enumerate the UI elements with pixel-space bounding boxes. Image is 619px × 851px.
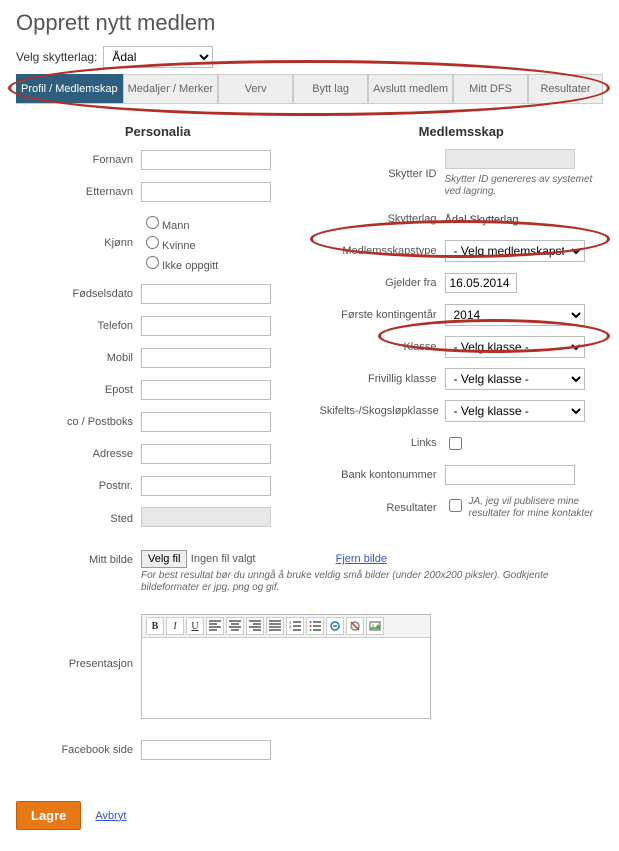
tab-avslutt-medlem[interactable]: Avslutt medlem <box>368 74 453 103</box>
fodselsdato-input[interactable] <box>141 284 271 304</box>
bank-input[interactable] <box>445 465 575 485</box>
tab-medaljer-merker[interactable]: Medaljer / Merker <box>123 74 219 103</box>
etternavn-input[interactable] <box>141 182 271 202</box>
skytter-id-readonly <box>445 149 575 169</box>
skifelts-label: Skifelts-/Skogsløpklasse <box>320 405 445 417</box>
kjonn-label: Kjønn <box>16 237 141 249</box>
telefon-input[interactable] <box>141 316 271 336</box>
rich-text-editor: B I U 12 <box>141 614 431 719</box>
unordered-list-icon[interactable] <box>306 617 324 635</box>
etternavn-label: Etternavn <box>16 186 141 198</box>
kjonn-mann-radio[interactable] <box>146 216 159 229</box>
tab-bytt-lag[interactable]: Bytt lag <box>293 74 368 103</box>
svg-text:2: 2 <box>289 624 291 629</box>
unlink-icon[interactable] <box>346 617 364 635</box>
tab-mitt-dfs[interactable]: Mitt DFS <box>453 74 528 103</box>
align-left-icon[interactable] <box>206 617 224 635</box>
epost-label: Epost <box>16 384 141 396</box>
medlemsskapstype-label: Medlemsskapstype <box>320 245 445 257</box>
fjern-bilde-link[interactable]: Fjern bilde <box>336 553 387 565</box>
sted-readonly <box>141 507 271 527</box>
epost-input[interactable] <box>141 380 271 400</box>
medlemsskapstype-select[interactable]: - Velg medlemskapstype <box>445 240 585 262</box>
resultater-label: Resultater <box>320 502 445 514</box>
facebook-label: Facebook side <box>16 744 141 756</box>
editor-textarea[interactable] <box>142 638 430 718</box>
frivillig-klasse-select[interactable]: - Velg klasse - <box>445 368 585 390</box>
gjelder-fra-label: Gjelder fra <box>320 277 445 289</box>
links-checkbox[interactable] <box>449 437 462 450</box>
fodselsdato-label: Fødselsdato <box>16 288 141 300</box>
adresse-input[interactable] <box>141 444 271 464</box>
postnr-label: Postnr. <box>16 480 141 492</box>
velg-fil-button[interactable]: Velg fil <box>141 550 187 568</box>
page-title: Opprett nytt medlem <box>16 10 603 36</box>
co-postboks-label: co / Postboks <box>16 416 141 428</box>
fornavn-input[interactable] <box>141 150 271 170</box>
telefon-label: Telefon <box>16 320 141 332</box>
tab-resultater[interactable]: Resultater <box>528 74 603 103</box>
adresse-label: Adresse <box>16 448 141 460</box>
editor-toolbar: B I U 12 <box>142 615 430 638</box>
underline-icon[interactable]: U <box>186 617 204 635</box>
fornavn-label: Fornavn <box>16 154 141 166</box>
mobil-input[interactable] <box>141 348 271 368</box>
avbryt-link[interactable]: Avbryt <box>95 810 126 822</box>
bilde-hint: For best resultat bør du unngå å bruke v… <box>141 570 571 594</box>
bold-icon[interactable]: B <box>146 617 164 635</box>
facebook-input[interactable] <box>141 740 271 760</box>
kjonn-kvinne-radio[interactable] <box>146 236 159 249</box>
kjonn-ikke-radio[interactable] <box>146 256 159 269</box>
tab-verv[interactable]: Verv <box>218 74 293 103</box>
skytterlag-value: Ådal Skytterlag <box>445 214 519 226</box>
lagre-button[interactable]: Lagre <box>16 801 81 830</box>
ordered-list-icon[interactable]: 12 <box>286 617 304 635</box>
presentasjon-label: Presentasjon <box>16 608 141 670</box>
ingen-fil-valgt: Ingen fil valgt <box>191 553 256 565</box>
links-label: Links <box>320 437 445 449</box>
co-postboks-input[interactable] <box>141 412 271 432</box>
align-justify-icon[interactable] <box>266 617 284 635</box>
personalia-heading: Personalia <box>16 124 300 139</box>
klasse-label: Klasse <box>320 341 445 353</box>
mobil-label: Mobil <box>16 352 141 364</box>
image-icon[interactable] <box>366 617 384 635</box>
frivillig-klasse-label: Frivillig klasse <box>320 373 445 385</box>
bank-label: Bank kontonummer <box>320 469 445 481</box>
resultater-checkbox[interactable] <box>449 499 462 512</box>
align-right-icon[interactable] <box>246 617 264 635</box>
tab-profil-medlemskap[interactable]: Profil / Medlemskap <box>16 74 123 103</box>
velg-skytterlag-label: Velg skytterlag: <box>16 50 97 64</box>
skytter-id-label: Skytter ID <box>320 168 445 180</box>
forste-kontingentar-label: Første kontingentår <box>320 309 445 321</box>
link-icon[interactable] <box>326 617 344 635</box>
mitt-bilde-label: Mitt bilde <box>16 550 141 566</box>
medlemsskap-heading: Medlemsskap <box>320 124 604 139</box>
align-center-icon[interactable] <box>226 617 244 635</box>
italic-icon[interactable]: I <box>166 617 184 635</box>
klasse-select[interactable]: - Velg klasse - <box>445 336 585 358</box>
skytterlag-label: Skytterlag <box>320 213 445 225</box>
tab-bar: Profil / Medlemskap Medaljer / Merker Ve… <box>16 74 603 104</box>
sted-label: Sted <box>16 513 141 525</box>
forste-kontingentar-select[interactable]: 2014 <box>445 304 585 326</box>
skytter-id-hint: Skytter ID genereres av systemet ved lag… <box>445 174 604 198</box>
skytterlag-select[interactable]: Ådal <box>103 46 213 68</box>
gjelder-fra-input[interactable] <box>445 273 517 293</box>
postnr-input[interactable] <box>141 476 271 496</box>
skifelts-select[interactable]: - Velg klasse - <box>445 400 585 422</box>
resultater-hint: JA, jeg vil publisere mine resultater fo… <box>469 496 604 520</box>
